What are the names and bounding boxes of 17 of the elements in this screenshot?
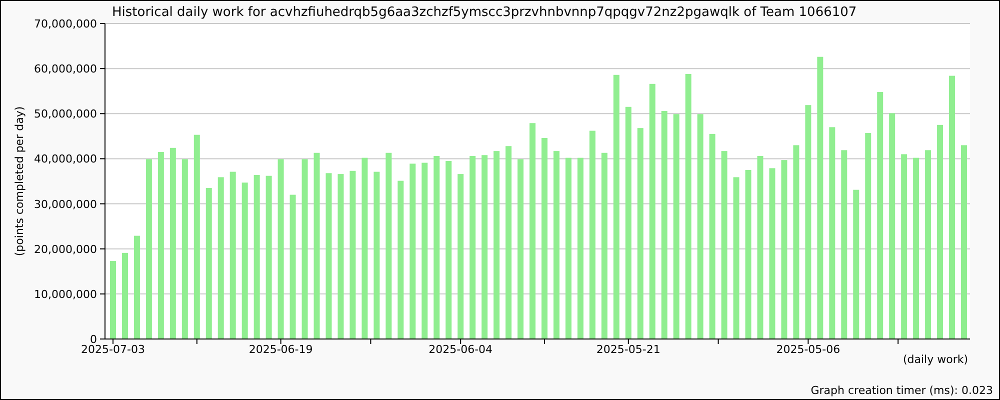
axis-tick-label: 2025-05-06: [776, 343, 840, 356]
axis-tick-label: 70,000,000: [34, 18, 97, 30]
chart-title: Historical daily work for acvhzfiuhedrqb5g6aa3zchzf5ymscc3przvhnbvnnp7qpqgv72nz2pgawqlk of Team 1066107: [112, 5, 857, 20]
axis-tick-label: 2025-06-04: [428, 343, 493, 356]
axis-tick-label: 40,000,000: [34, 152, 97, 166]
axis-tick-label: 30,000,000: [34, 198, 97, 211]
axis-tick-label: 0: [90, 333, 97, 346]
x-axis-label: (daily work): [902, 353, 968, 366]
axis-tick-label: 50,000,000: [34, 108, 97, 121]
timer-text: Graph creation timer (ms): 0.023: [810, 384, 993, 398]
axis-tick-label: 2025-06-19: [248, 343, 313, 356]
axis-tick-label: 20,000,000: [34, 242, 97, 256]
y-axis-label: (points completed per day): [13, 106, 26, 256]
axis-tick-label: 10,000,000: [34, 288, 97, 301]
axis-tick-label: 2025-05-21: [596, 343, 660, 356]
axis-tick-label: 60,000,000: [34, 62, 97, 76]
axis-tick-label: 2025-07-03: [81, 343, 145, 356]
